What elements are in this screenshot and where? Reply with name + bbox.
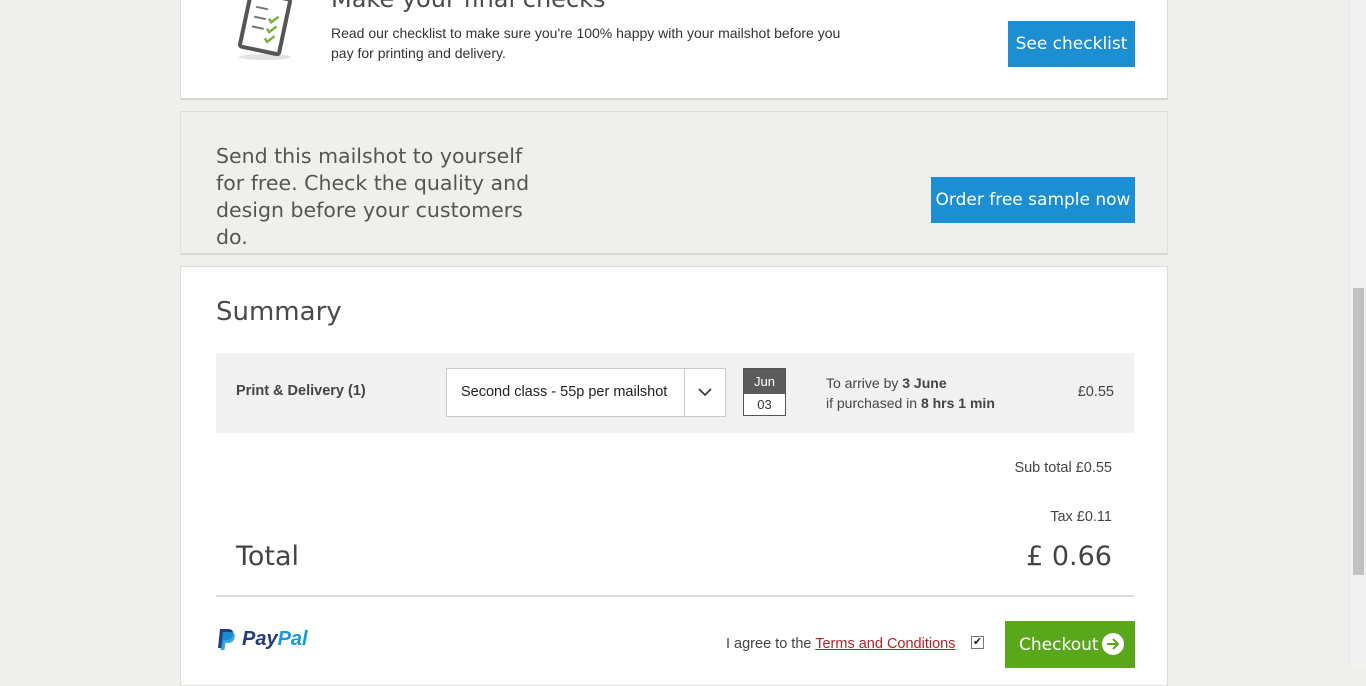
print-delivery-label: Print & Delivery (1): [236, 383, 366, 399]
terms-agreement: I agree to the Terms and Conditions: [726, 636, 955, 652]
free-sample-text: Send this mailshot to yourself for free.…: [216, 144, 530, 249]
paypal-wordmark: PayPal: [242, 628, 308, 651]
calendar-icon: Jun 03: [743, 368, 786, 416]
terms-checkbox[interactable]: ✔: [971, 636, 984, 649]
scrollbar-thumb[interactable]: [1353, 288, 1364, 575]
terms-link[interactable]: Terms and Conditions: [815, 636, 955, 652]
total-value: £ 0.66: [1026, 541, 1112, 572]
subtotal: Sub total £0.55: [1014, 460, 1112, 476]
paypal-pal: Pal: [277, 627, 308, 650]
arrive-prefix: To arrive by: [826, 375, 903, 391]
final-checks-card: Make your final checks Read our checklis…: [180, 0, 1168, 100]
arrow-right-icon: [1102, 633, 1124, 655]
page-scrollbar[interactable]: [1349, 0, 1366, 667]
chevron-down-icon[interactable]: [684, 369, 725, 416]
summary-title: Summary: [216, 297, 342, 327]
checklist-clipboard-icon: [237, 0, 293, 60]
order-free-sample-button[interactable]: Order free sample now: [931, 177, 1135, 223]
line-price: £0.55: [1077, 384, 1114, 400]
free-sample-card: Send this mailshot to yourself for free.…: [180, 111, 1168, 255]
see-checklist-button[interactable]: See checklist: [1008, 21, 1135, 67]
checkout-label: Checkout: [1019, 634, 1099, 655]
checkout-button[interactable]: Checkout: [1005, 621, 1135, 668]
delivery-class-select[interactable]: Second class - 55p per mailshot: [446, 368, 726, 417]
divider: [216, 595, 1134, 597]
arrival-estimate: To arrive by 3 June if purchased in 8 hr…: [826, 373, 995, 413]
calendar-month: Jun: [744, 369, 785, 394]
purchase-prefix: if purchased in: [826, 395, 921, 411]
summary-card: Summary Print & Delivery (1) Second clas…: [180, 266, 1168, 686]
paypal-pay: Pay: [242, 627, 278, 650]
final-checks-description: Read our checklist to make sure you're 1…: [331, 25, 841, 61]
arrive-date: 3 June: [902, 375, 947, 391]
total-label: Total: [236, 541, 300, 572]
agree-prefix: I agree to the: [726, 636, 816, 652]
paypal-icon: [218, 629, 235, 650]
delivery-class-value: Second class - 55p per mailshot: [461, 384, 668, 400]
tax: Tax £0.11: [1050, 509, 1112, 525]
print-delivery-row: Print & Delivery (1) Second class - 55p …: [216, 353, 1134, 433]
calendar-day: 03: [757, 397, 772, 412]
final-checks-title: Make your final checks: [331, 0, 606, 13]
paypal-logo: PayPal: [216, 626, 308, 652]
purchase-countdown: 8 hrs 1 min: [920, 395, 995, 411]
